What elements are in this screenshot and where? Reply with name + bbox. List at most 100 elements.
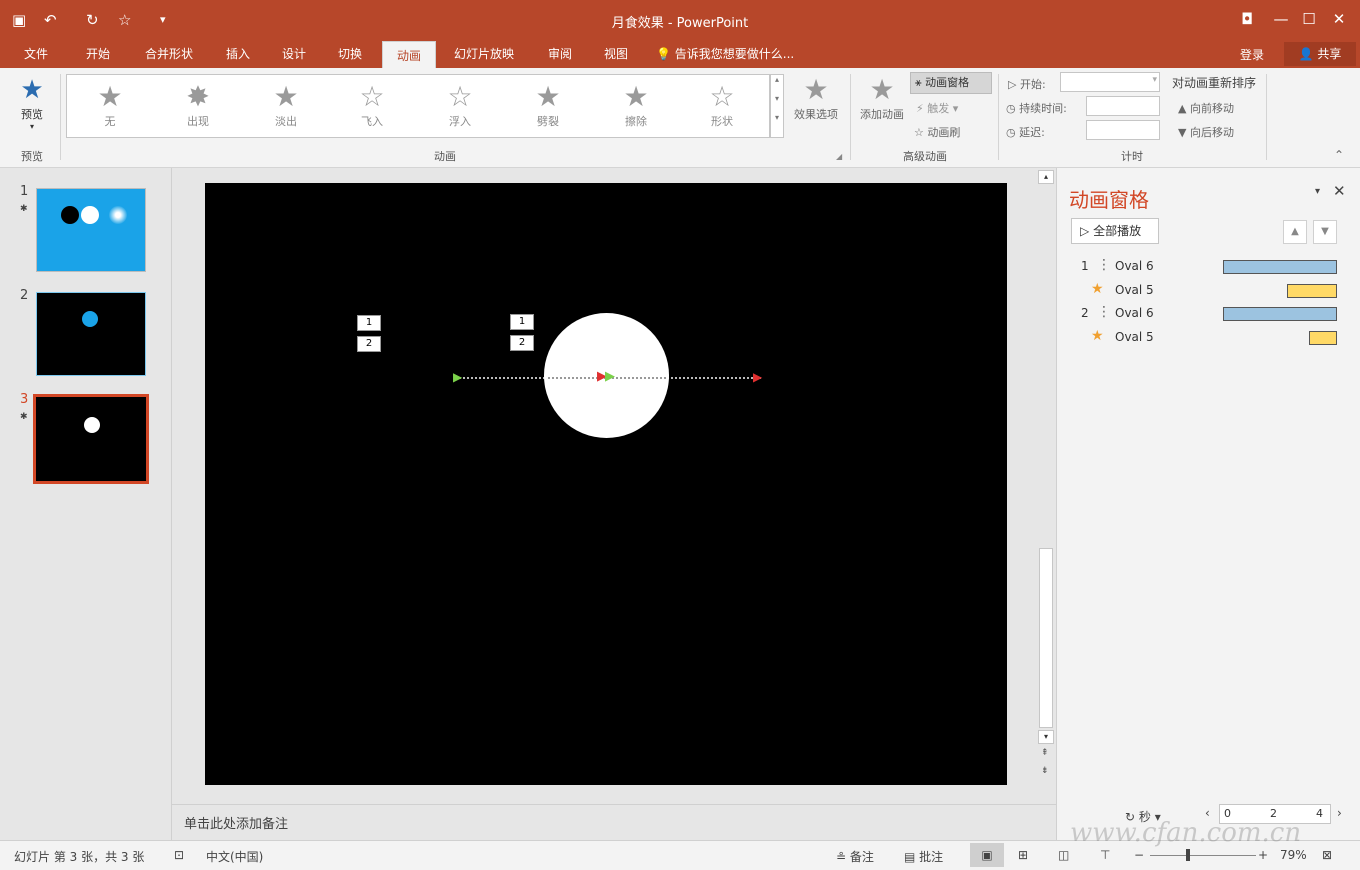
tell-me-box[interactable]: 💡 告诉我您想要做什么... [656,40,816,68]
notes-toggle[interactable]: ≗ 备注 [836,848,874,865]
language[interactable]: 中文(中国) [206,848,263,865]
slide-canvas[interactable]: 1 2 1 2 ▶ ▶ ▶ ▶ [205,183,1007,785]
gallery-item-wipe[interactable]: ★ 擦除 [601,81,671,135]
gallery-item-shape[interactable]: ☆ 形状 [687,81,757,135]
pane-options-icon[interactable]: ▾ [1315,186,1320,197]
tools-icon[interactable]: ☆ [118,10,131,30]
slide-thumbnail-3[interactable] [33,394,149,484]
move-down-button[interactable]: ▼ [1313,220,1337,244]
animation-tag[interactable]: 1 [357,315,381,331]
zoom-slider[interactable] [1150,855,1256,856]
close-button[interactable]: ✕ [1326,9,1352,29]
redo-icon[interactable]: ↻ [86,10,99,30]
zoom-level[interactable]: 79% [1280,848,1307,862]
scroll-down-icon[interactable]: ▾ [1038,730,1054,744]
dialog-launcher-icon[interactable]: ◢ [836,152,842,161]
customize-qat-icon[interactable]: ▾ [160,10,166,30]
undo-icon[interactable]: ↶ [44,10,57,30]
timeline-bar[interactable] [1309,331,1337,345]
spellcheck-icon[interactable]: ⊡ [174,848,184,862]
zoom-slider-thumb[interactable] [1186,849,1190,861]
motion-path-icon: ⋮ [1097,257,1111,273]
duration-input[interactable] [1086,96,1160,116]
slideshow-icon[interactable]: ⊤ [1100,848,1110,862]
notes-placeholder: 单击此处添加备注 [184,817,289,832]
move-later-button[interactable]: ▼ 向后移动 [1178,124,1234,140]
animation-item[interactable]: ★ Oval 5 [1057,280,1360,302]
tab-design[interactable]: 设计 [272,40,316,68]
group-label-advanced: 高级动画 [903,150,947,163]
gallery-item-none[interactable]: ★ 无 [75,81,145,135]
minimize-button[interactable]: — [1268,9,1294,29]
close-icon[interactable]: ✕ [1333,182,1346,200]
tab-slideshow[interactable]: 幻灯片放映 [446,40,522,68]
next-slide-icon[interactable]: ⇟ [1041,766,1049,776]
comments-toggle[interactable]: ▤ 批注 [904,848,943,865]
tab-insert[interactable]: 插入 [216,40,260,68]
animation-pane-button[interactable]: ⚹ 动画窗格 [910,72,992,94]
timeline-bar[interactable] [1223,307,1337,321]
tab-transitions[interactable]: 切换 [328,40,372,68]
scroll-up-icon[interactable]: ▴ [1038,170,1054,184]
scroll-thumb[interactable] [1039,548,1053,728]
vertical-scrollbar[interactable]: ▴ ▾ ⇞ ⇟ [1036,168,1056,804]
scroll-up-icon[interactable]: ▴ [771,75,783,84]
animation-tag[interactable]: 1 [510,314,534,330]
timeline-bar[interactable] [1223,260,1337,274]
gallery-item-split[interactable]: ★ 劈裂 [513,81,583,135]
previous-slide-icon[interactable]: ⇞ [1041,748,1049,758]
effect-options-button[interactable]: ★ 效果选项 [788,74,844,122]
delay-input[interactable] [1086,120,1160,140]
item-number: 2 [1081,306,1089,320]
signin-link[interactable]: 登录 [1240,46,1264,63]
watermark: www.cfan.com.cn [1070,818,1302,848]
save-icon[interactable]: ▣ [12,10,26,30]
share-button[interactable]: 👤 共享 [1284,42,1356,66]
maximize-button[interactable]: ☐ [1296,9,1322,29]
slide-sorter-icon[interactable]: ⊞ [1018,848,1028,862]
play-all-button[interactable]: ▷ 全部播放 [1071,218,1159,244]
path-marker-icon: ▶ [605,369,615,384]
animation-item[interactable]: ★ Oval 5 [1057,327,1360,349]
fit-to-window-icon[interactable]: ⊠ [1322,848,1332,862]
preview-button[interactable]: ★ 预览 ▾ [10,74,54,131]
zoom-in-icon[interactable]: + [1258,848,1268,862]
gallery-item-appear[interactable]: ✸ 出现 [163,81,233,135]
slide-thumbnail-2[interactable] [36,292,146,376]
trigger-button[interactable]: ⚡ 触发 ▾ [916,100,958,116]
animation-item[interactable]: 2 ⋮ Oval 6 [1057,303,1360,325]
tab-animations[interactable]: 动画 [382,41,436,68]
animation-tag[interactable]: 2 [510,335,534,351]
user-icon: 👤 [1298,47,1314,61]
group-divider [60,74,61,160]
notes-pane[interactable]: 单击此处添加备注 [172,804,1056,840]
tab-view[interactable]: 视图 [594,40,638,68]
normal-view-icon[interactable]: ▣ [970,843,1004,867]
timeline-bar[interactable] [1287,284,1337,298]
reading-view-icon[interactable]: ◫ [1058,848,1069,862]
more-icon[interactable]: ▾ [771,113,783,122]
tab-merge-shapes[interactable]: 合并形状 [134,40,204,68]
tab-file[interactable]: 文件 [14,40,58,68]
tab-home[interactable]: 开始 [76,40,120,68]
move-up-button[interactable]: ▲ [1283,220,1307,244]
gallery-item-fly-in[interactable]: ☆ 飞入 [337,81,407,135]
scroll-down-icon[interactable]: ▾ [771,94,783,103]
gallery-item-float-in[interactable]: ☆ 浮入 [425,81,495,135]
animation-painter-button[interactable]: ☆ 动画刷 [914,124,960,140]
group-label-timing: 计时 [1121,150,1143,163]
timeline-next-icon[interactable]: › [1337,806,1342,820]
add-animation-button[interactable]: ★ 添加动画 [854,74,910,122]
zoom-out-icon[interactable]: − [1134,848,1144,862]
gallery-item-fade[interactable]: ★ 淡出 [251,81,321,135]
start-select[interactable]: ▾ [1060,72,1160,92]
ribbon-display-icon[interactable]: ◘ [1234,9,1260,29]
collapse-ribbon-icon[interactable]: ⌃ [1334,148,1344,162]
animation-item[interactable]: 1 ⋮ Oval 6 [1057,256,1360,278]
animation-tag[interactable]: 2 [357,336,381,352]
gallery-scrollbar[interactable]: ▴ ▾ ▾ [770,74,784,138]
tab-review[interactable]: 审阅 [538,40,582,68]
move-earlier-button[interactable]: ▲ 向前移动 [1178,100,1234,116]
star-icon: ★ [623,80,649,113]
slide-thumbnail-1[interactable] [36,188,146,272]
